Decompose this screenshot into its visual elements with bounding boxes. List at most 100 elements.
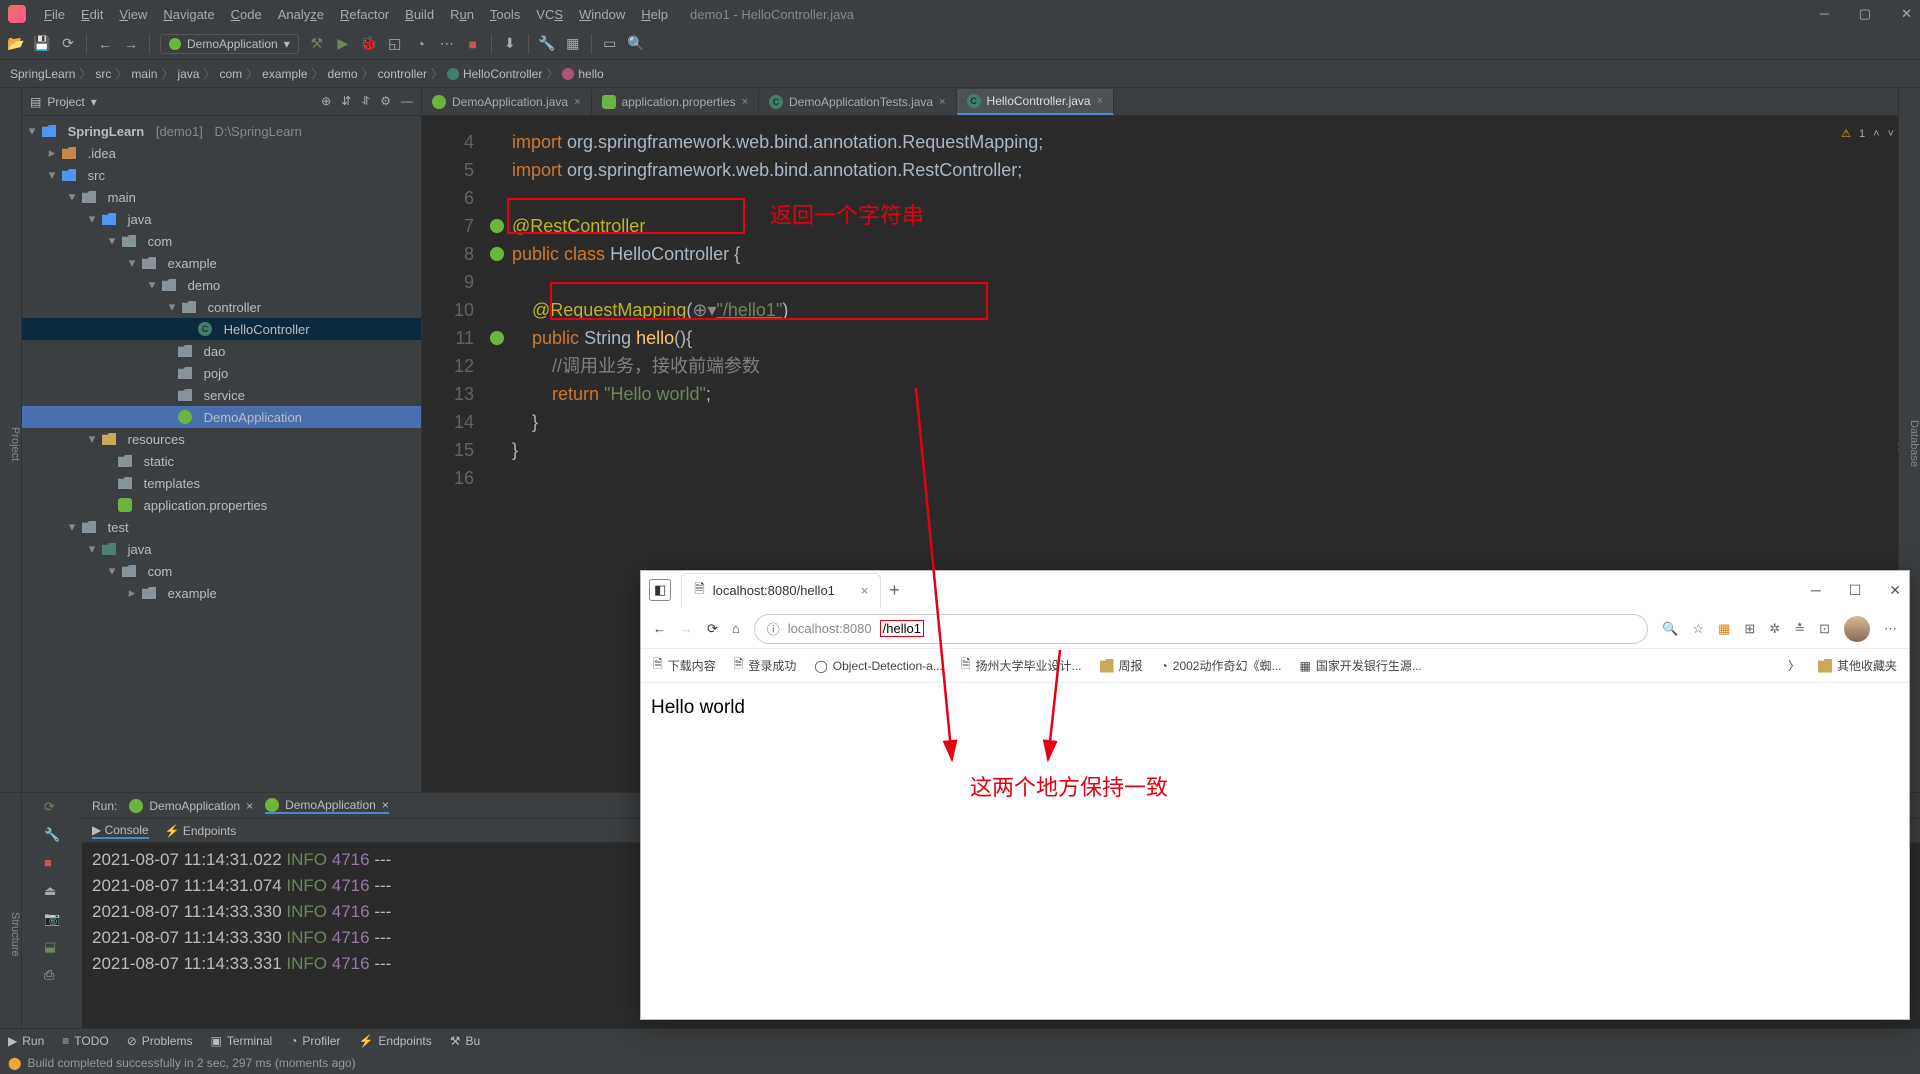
menu-window[interactable]: Window <box>573 5 631 24</box>
settings-icon[interactable]: 🔧 <box>539 36 555 52</box>
hammer-icon[interactable]: ⚒ <box>309 36 325 52</box>
debug-icon[interactable]: 🐞 <box>361 36 377 52</box>
favorites-tool-tab[interactable]: Favorites <box>0 922 1 967</box>
chevron-down-icon[interactable]: ˅ <box>1888 120 1894 148</box>
menu-analyze[interactable]: Analyze <box>272 5 330 24</box>
chevron-up-icon[interactable]: ˄ <box>1873 120 1879 148</box>
database-tool-tab[interactable]: Database <box>1908 420 1920 467</box>
stop-icon[interactable]: ■ <box>465 36 481 52</box>
bm-thesis[interactable]: 🗎 扬州大学毕业设计... <box>961 655 1082 676</box>
coverage-icon[interactable]: ◱ <box>387 36 403 52</box>
run-tool-button[interactable]: ▶ Run <box>8 1034 44 1048</box>
expand-icon[interactable]: ⇵ <box>341 94 351 109</box>
structure-tool-tab[interactable]: Structure <box>9 912 21 957</box>
endpoints-tool-button[interactable]: ⚡ Endpoints <box>358 1034 431 1048</box>
url-input[interactable]: ⓘ localhost:8080/hello1 <box>754 614 1648 644</box>
crumb-main[interactable]: main <box>131 67 157 81</box>
window-min-icon[interactable]: ─ <box>1820 6 1829 22</box>
forward-icon[interactable]: → <box>123 36 139 52</box>
locate-icon[interactable]: ⊕ <box>321 94 331 109</box>
menu-navigate[interactable]: Navigate <box>157 5 220 24</box>
project-header-label[interactable]: Project <box>47 95 84 109</box>
camera-icon[interactable]: 📷 <box>44 911 60 927</box>
run-tab-1[interactable]: DemoApplication × <box>129 799 253 813</box>
crumb-method[interactable]: hello <box>562 67 603 81</box>
layout-icon[interactable]: ⬓ <box>44 939 60 955</box>
menu-help[interactable]: Help <box>635 5 674 24</box>
zoom-icon[interactable]: 🔍 <box>1662 621 1678 637</box>
endpoints-tab[interactable]: ⚡ Endpoints <box>165 824 237 838</box>
window-close-icon[interactable]: ✕ <box>1889 582 1901 599</box>
bm-github[interactable]: ◯ Object-Detection-a... <box>814 659 942 673</box>
sidebar-toggle-icon[interactable]: ◧ <box>649 579 671 601</box>
profile-icon[interactable]: ◔ <box>413 36 429 52</box>
crumb-src[interactable]: src <box>95 67 111 81</box>
menu-icon[interactable]: ⋯ <box>1884 621 1897 637</box>
bm-bank[interactable]: ▦ 国家开发银行生源... <box>1299 657 1421 674</box>
sync-icon[interactable]: ⟳ <box>60 36 76 52</box>
project-tool-tab[interactable]: Project <box>9 427 21 461</box>
window-close-icon[interactable]: ✕ <box>1901 6 1912 22</box>
close-icon[interactable]: × <box>742 96 748 108</box>
bm-movie[interactable]: ◔ 2002动作奇幻《蜘... <box>1161 657 1282 674</box>
back-icon[interactable]: ← <box>653 621 666 636</box>
close-icon[interactable]: × <box>1097 95 1103 107</box>
close-icon[interactable]: × <box>574 96 580 108</box>
run-config-dropdown[interactable]: DemoApplication ▾ <box>160 34 299 54</box>
todo-tool-button[interactable]: ≡ TODO <box>62 1034 108 1048</box>
menu-file[interactable]: File <box>38 5 71 24</box>
info-icon[interactable]: ⓘ <box>767 619 780 638</box>
search-icon[interactable]: 🔍 <box>628 36 644 52</box>
home-icon[interactable]: ⌂ <box>732 621 740 636</box>
run-gutter-icon[interactable] <box>490 219 504 233</box>
menu-tools[interactable]: Tools <box>484 5 526 24</box>
avd-icon[interactable]: ▭ <box>602 36 618 52</box>
crumb-class[interactable]: HelloController <box>447 67 542 81</box>
rerun-icon[interactable]: ⟳ <box>44 799 60 815</box>
menu-vcs[interactable]: VCS <box>530 5 569 24</box>
update-icon[interactable]: ⬇ <box>502 36 518 52</box>
run-gutter-icon[interactable] <box>490 247 504 261</box>
bm-other[interactable]: 其他收藏夹 <box>1818 657 1897 674</box>
tab-demoapp[interactable]: DemoApplication.java× <box>422 89 592 115</box>
bulb-icon[interactable]: ⬤ <box>8 1056 21 1070</box>
menu-view[interactable]: View <box>113 5 153 24</box>
window-max-icon[interactable]: ▢ <box>1859 6 1871 22</box>
crumb-demo[interactable]: demo <box>328 67 358 81</box>
menu-code[interactable]: Code <box>225 5 268 24</box>
collapse-icon[interactable]: ⥯ <box>361 94 370 109</box>
back-icon[interactable]: ← <box>97 36 113 52</box>
crumb-example[interactable]: example <box>262 67 307 81</box>
print-icon[interactable]: ⎙ <box>44 967 60 983</box>
menu-build[interactable]: Build <box>399 5 440 24</box>
extensions-icon[interactable]: ✲ <box>1769 621 1780 637</box>
window-min-icon[interactable]: ─ <box>1811 582 1821 599</box>
gear-icon[interactable]: ⚙ <box>380 94 391 109</box>
console-tab[interactable]: ▶ Console <box>92 823 149 839</box>
collections-icon[interactable]: ⊞ <box>1744 621 1755 637</box>
open-icon[interactable]: 📂 <box>8 36 24 52</box>
bm-weekly[interactable]: 周报 <box>1100 657 1143 674</box>
fav-icon[interactable]: ≛ <box>1794 621 1805 637</box>
window-max-icon[interactable]: ☐ <box>1849 582 1862 599</box>
tab-helloctrl[interactable]: CHelloController.java× <box>957 89 1115 115</box>
profiler-tool-button[interactable]: ◔ Profiler <box>290 1034 340 1048</box>
close-icon[interactable]: × <box>861 583 869 598</box>
run-icon[interactable]: ▶ <box>335 36 351 52</box>
bm-download[interactable]: 🗎 下载内容 <box>653 655 716 676</box>
run-tab-2[interactable]: DemoApplication × <box>265 798 389 814</box>
menu-run[interactable]: Run <box>444 5 480 24</box>
list-icon[interactable]: ⊡ <box>1819 621 1830 637</box>
tab-props[interactable]: application.properties× <box>592 89 760 115</box>
hide-icon[interactable]: — <box>401 94 413 109</box>
close-icon[interactable]: × <box>939 96 945 108</box>
save-icon[interactable]: 💾 <box>34 36 50 52</box>
attach-icon[interactable]: ⋯ <box>439 36 455 52</box>
exit-icon[interactable]: ⏏ <box>44 883 60 899</box>
inspection-hint[interactable]: ⚠1 ˄ ˅ <box>1841 120 1894 148</box>
ext-icon[interactable]: ▦ <box>1718 621 1730 637</box>
new-tab-icon[interactable]: + <box>889 580 900 601</box>
browser-tab[interactable]: 🗎 localhost:8080/hello1 × <box>681 573 881 608</box>
tree-demoapp[interactable]: DemoApplication <box>22 406 421 428</box>
run-gutter-icon[interactable] <box>490 331 504 345</box>
